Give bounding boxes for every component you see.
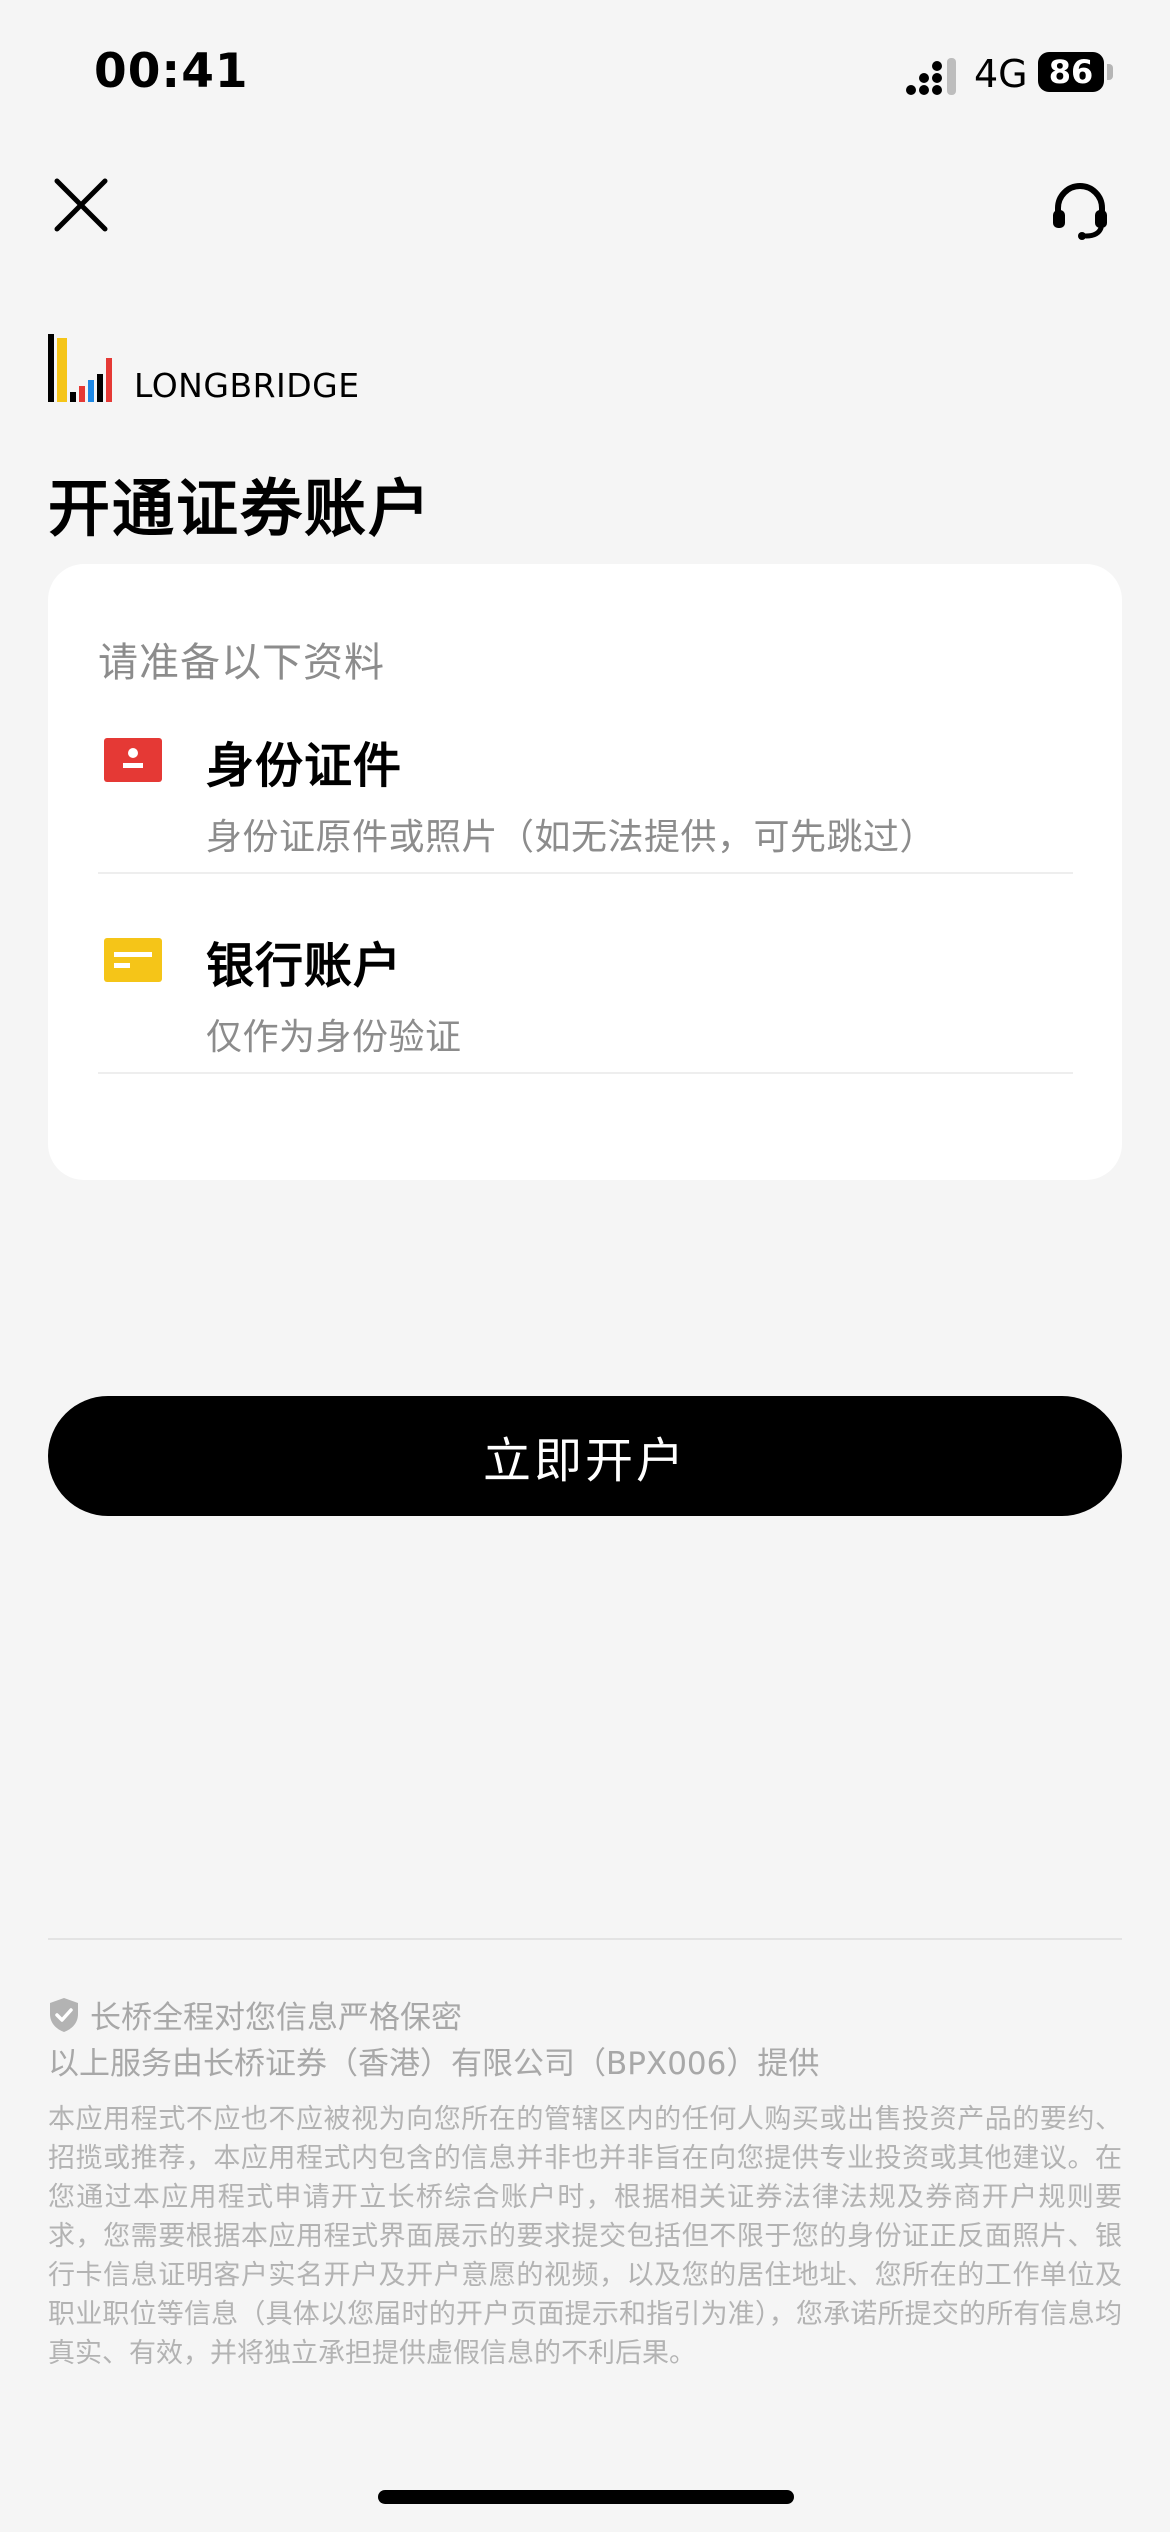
logo-text: LONGBRIDGE [134,366,360,405]
provider-text: 以上服务由长桥证券（香港）有限公司（BPX006）提供 [48,2046,820,2082]
doc-desc: 身份证原件或照片（如无法提供，可先跳过） [206,817,937,858]
battery-level: 86 [1038,52,1104,92]
signal-icon [906,58,956,95]
card-subtitle: 请准备以下资料 [98,640,385,686]
privacy-notice: 长桥全程对您信息严格保密 [48,1992,462,2037]
requirements-card: 请准备以下资料 身份证件 身份证原件或照片（如无法提供，可先跳过） 银行账户 仅… [48,564,1122,1180]
headset-icon [1053,183,1107,240]
disclaimer-text: 本应用程式不应也不应被视为向您所在的管辖区内的任何人购买或出售投资产品的要约、招… [48,2104,1122,2369]
close-icon [54,178,108,232]
status-bar: 00:41 4G 86 [0,0,1170,150]
close-button[interactable] [46,170,116,240]
bank-card-icon [104,938,162,982]
doc-title: 银行账户 [206,938,403,994]
doc-desc: 仅作为身份验证 [206,1017,462,1058]
list-item-bank-account: 银行账户 仅作为身份验证 [98,924,1073,1074]
shield-check-icon [50,1997,78,2032]
id-card-icon [104,738,162,782]
open-account-button[interactable]: 立即开户 [48,1396,1122,1516]
footer-divider [48,1938,1122,1940]
customer-support-button[interactable] [1040,170,1120,250]
network-label: 4G [974,52,1028,96]
status-time: 00:41 [94,44,249,99]
longbridge-logo: LONGBRIDGE [48,332,360,405]
battery-icon: 86 [1038,52,1114,92]
privacy-text: 长桥全程对您信息严格保密 [90,2000,462,2036]
battery-tip [1107,64,1113,80]
page-title: 开通证券账户 [48,472,433,545]
screen: 00:41 4G 86 LONGBRIDGE 开通证券账户 请准备以下资料 身份… [0,0,1170,2532]
logo-mark-icon [48,334,112,402]
home-indicator[interactable] [378,2490,794,2504]
doc-title: 身份证件 [206,738,403,794]
list-item-id-document: 身份证件 身份证原件或照片（如无法提供，可先跳过） [98,724,1073,874]
